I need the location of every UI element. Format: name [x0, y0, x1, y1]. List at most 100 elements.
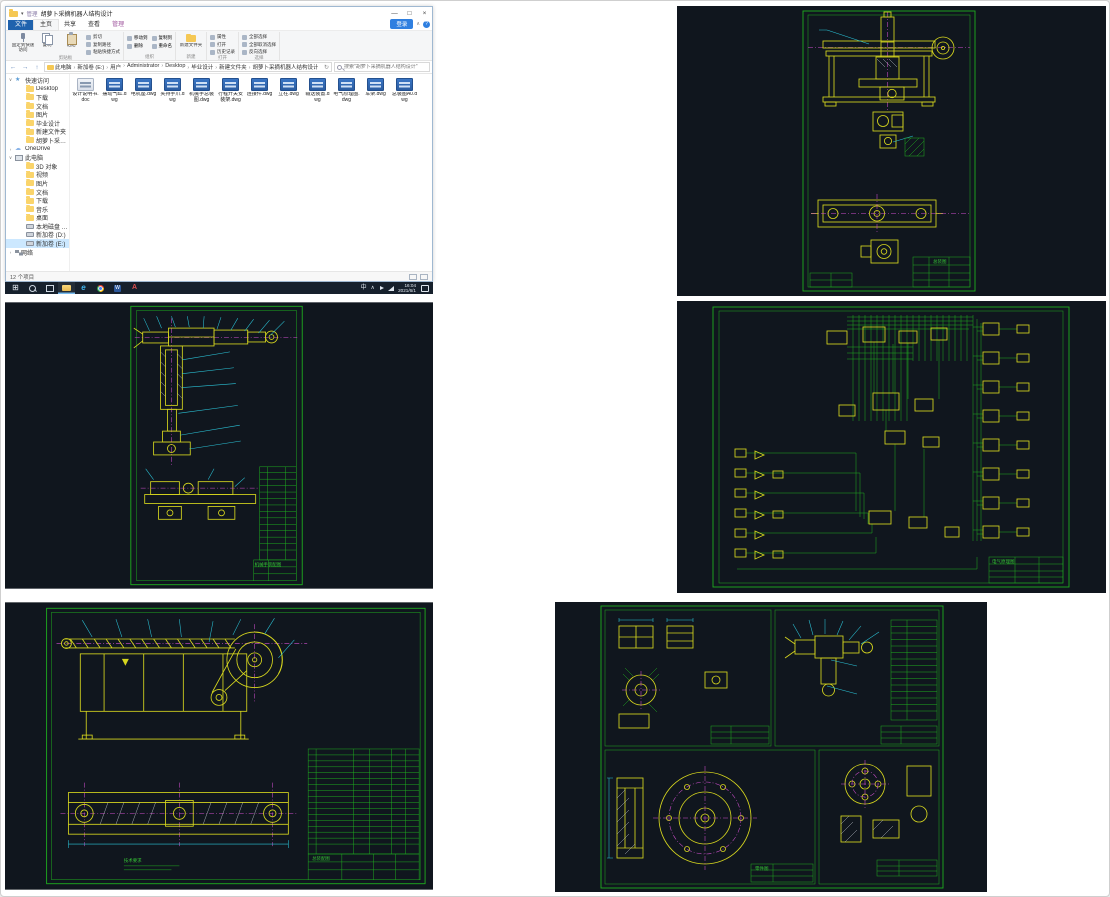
taskbar-app-icon[interactable]: ⊞: [7, 282, 24, 294]
ribbon-button[interactable]: 复制到: [151, 35, 172, 41]
tree-item[interactable]: 下载: [6, 196, 69, 205]
ribbon-button[interactable]: 移动到: [127, 35, 148, 41]
signin-button[interactable]: 登录: [390, 19, 414, 29]
breadcrumb-segment[interactable]: 胡萝卜采摘机器人结构设计: [247, 63, 318, 71]
file-item[interactable]: 立柱.dwg: [275, 78, 302, 103]
ribbon-button-icon: [41, 32, 53, 45]
ribbon-tab[interactable]: 共享: [58, 20, 82, 30]
cad-panel-parts: 零件图: [555, 602, 987, 892]
tree-item[interactable]: 3D 对象: [6, 161, 69, 171]
new-folder-icon: [185, 32, 197, 43]
quick-access-toolbar-chevron-icon[interactable]: ▾: [21, 11, 24, 17]
manage-tab[interactable]: 管理: [106, 20, 130, 30]
breadcrumb-segment[interactable]: 用户: [104, 63, 121, 71]
ribbon-button[interactable]: 复制路径: [86, 42, 120, 48]
expand-chevron-icon[interactable]: ∨: [8, 77, 13, 83]
ribbon-tab[interactable]: 查看: [82, 20, 106, 30]
file-item[interactable]: 行程开关安装架.dwg: [217, 78, 244, 103]
tray-icon[interactable]: ∧: [368, 282, 377, 294]
ribbon-button[interactable]: 粘贴: [59, 32, 83, 55]
up-button[interactable]: ↑: [32, 64, 42, 71]
file-item[interactable]: 电机座.dwg: [130, 78, 157, 103]
tree-item[interactable]: 图片: [6, 110, 69, 119]
refresh-icon[interactable]: ↻: [324, 64, 329, 71]
taskbar-app-icon[interactable]: [92, 282, 109, 294]
expand-chevron-icon[interactable]: ∨: [8, 155, 13, 161]
breadcrumb-segment[interactable]: Desktop: [159, 63, 185, 71]
new-folder-button[interactable]: 新建文件夹: [179, 32, 203, 54]
breadcrumb-segment[interactable]: 新建文件夹: [213, 63, 247, 71]
explorer-window: ▾ 管理 胡萝卜采摘机器人结构设计 — □ × 文件 主页 共享 查看 管理 登录 …: [5, 6, 433, 282]
collapse-ribbon-icon[interactable]: ∧: [416, 21, 420, 27]
tray-icon[interactable]: [377, 282, 386, 294]
file-item[interactable]: 输送装置.dwg: [304, 78, 331, 103]
taskbar-app-icon[interactable]: [41, 282, 58, 294]
search-box[interactable]: [334, 62, 430, 72]
file-item[interactable]: 总装图A0.dwg: [391, 78, 418, 103]
file-item[interactable]: 连接件.dwg: [246, 78, 273, 103]
title-bar[interactable]: ▾ 管理 胡萝卜采摘机器人结构设计 — □ ×: [6, 7, 432, 20]
file-item[interactable]: 设计说明书.doc: [72, 78, 99, 103]
action-center-icon[interactable]: [421, 284, 429, 292]
search-input[interactable]: [344, 64, 427, 70]
tree-item[interactable]: ∨ 快速访问: [6, 76, 69, 84]
taskbar-app-icon[interactable]: A: [126, 282, 143, 294]
ribbon-button[interactable]: 属性: [210, 34, 235, 40]
ribbon-button[interactable]: 固定到快速访问: [11, 32, 35, 55]
ribbon-button[interactable]: 全部选择: [242, 34, 276, 40]
file-item[interactable]: 电气原理图.dwg: [333, 78, 360, 103]
taskbar-clock[interactable]: 16:04 2021/6/1: [395, 283, 419, 293]
breadcrumb-segment[interactable]: 此电脑: [55, 63, 72, 71]
tree-item[interactable]: 下载: [6, 93, 69, 102]
tree-item[interactable]: 胡萝卜采摘机器人结构设计: [6, 136, 69, 145]
help-icon[interactable]: ?: [423, 20, 430, 28]
tree-item[interactable]: 桌面: [6, 213, 69, 222]
tree-item[interactable]: 新加卷 (E:): [6, 239, 69, 248]
file-item[interactable]: 车架.dwg: [362, 78, 389, 103]
expand-chevron-icon[interactable]: ›: [8, 250, 13, 255]
file-item[interactable]: 机械手总装图.dwg: [188, 78, 215, 103]
dwg-file-icon: [309, 78, 326, 91]
ribbon-button[interactable]: 删除: [127, 43, 148, 49]
taskbar-app-icon[interactable]: [58, 282, 75, 294]
tree-item[interactable]: ∨ 此电脑: [6, 153, 69, 162]
tree-item[interactable]: 视频: [6, 170, 69, 179]
ribbon-small-icon: [242, 34, 247, 40]
file-item[interactable]: 夹持手爪.dwg: [159, 78, 186, 103]
tree-item[interactable]: 新建文件夹: [6, 127, 69, 136]
tree-item[interactable]: 新加卷 (D:): [6, 231, 69, 239]
tree-item[interactable]: 毕业设计: [6, 118, 69, 128]
tree-item[interactable]: › 网络: [6, 248, 69, 256]
details-view-icon[interactable]: [409, 273, 417, 280]
address-bar[interactable]: 此电脑新加卷 (E:)用户AdministratorDesktop毕业设计新建文…: [44, 62, 332, 72]
breadcrumb-segment[interactable]: 毕业设计: [185, 63, 213, 71]
ribbon-button[interactable]: 复制: [35, 32, 59, 55]
tree-item[interactable]: Desktop: [6, 84, 69, 94]
ribbon-tabs-row: 文件 主页 共享 查看 管理 登录 ∧ ?: [6, 19, 432, 31]
tree-item[interactable]: 本地磁盘 (C:): [6, 222, 69, 231]
ribbon-tab[interactable]: 主页: [34, 20, 59, 30]
ribbon-button[interactable]: 剪切: [86, 34, 120, 40]
window-title: 胡萝卜采摘机器人结构设计: [40, 12, 113, 18]
taskbar-app-icon[interactable]: W: [109, 282, 126, 294]
tree-item[interactable]: › OneDrive: [6, 145, 69, 154]
tree-item[interactable]: 图片: [6, 179, 69, 188]
tray-icon[interactable]: [386, 282, 395, 294]
taskbar-app-icon[interactable]: [24, 282, 41, 294]
breadcrumb-segment[interactable]: 新加卷 (E:): [72, 63, 104, 71]
file-item[interactable]: 摆动气缸.dwg: [101, 78, 128, 103]
tree-item[interactable]: 音乐: [6, 204, 69, 214]
taskbar-app-icon[interactable]: e: [75, 282, 92, 294]
ribbon-button[interactable]: 打开: [210, 42, 235, 48]
forward-button[interactable]: →: [20, 64, 30, 71]
tree-item[interactable]: 文档: [6, 187, 69, 196]
ribbon-button[interactable]: 重命名: [151, 43, 172, 49]
tree-item[interactable]: 文档: [6, 101, 69, 110]
expand-chevron-icon[interactable]: ›: [8, 147, 13, 152]
tray-icon[interactable]: 中: [359, 282, 368, 294]
back-button[interactable]: ←: [8, 64, 18, 71]
ribbon-button[interactable]: 全部取消选择: [242, 42, 276, 48]
file-tab[interactable]: 文件: [8, 20, 35, 30]
large-icons-view-icon[interactable]: [420, 273, 428, 280]
breadcrumb-segment[interactable]: Administrator: [121, 63, 159, 71]
